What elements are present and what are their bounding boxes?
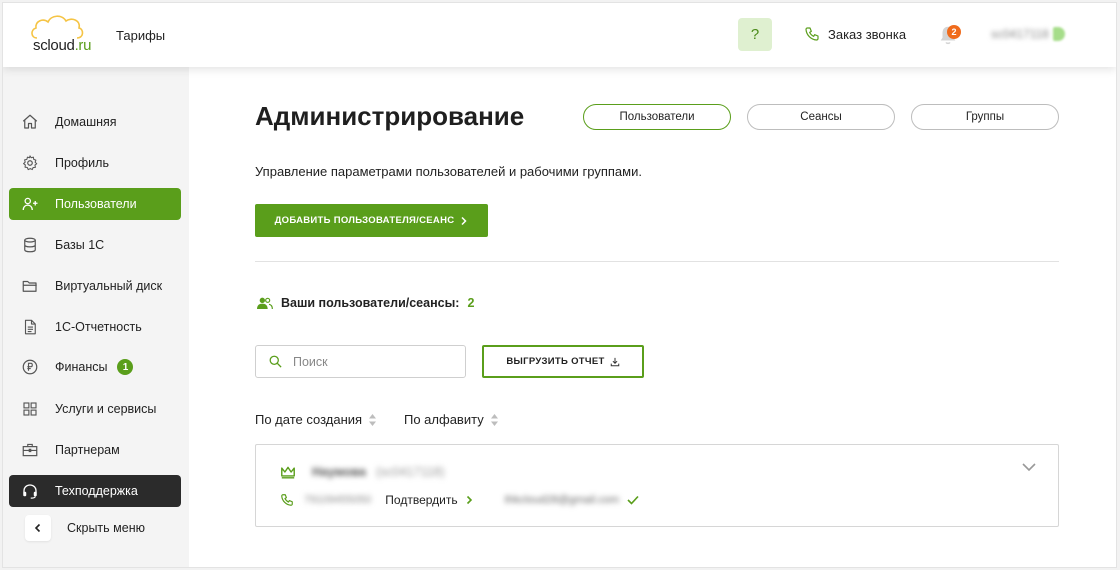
phone-icon — [805, 27, 819, 41]
document-icon — [24, 319, 36, 335]
sort-by-alpha-label: По алфавиту — [404, 412, 484, 427]
user-card-contacts: 79109455050 Подтвердить thkcloud28@gmail… — [280, 493, 639, 507]
page-description: Управление параметрами пользователей и р… — [255, 164, 642, 179]
page-title: Администрирование — [255, 101, 525, 131]
users-count-value: 2 — [467, 296, 475, 310]
folder-icon — [22, 280, 37, 292]
sort-icon — [369, 413, 377, 426]
crown-icon — [281, 466, 295, 479]
hide-menu-button[interactable]: Скрыть меню — [25, 515, 145, 541]
divider — [255, 261, 1059, 262]
sidebar-item-label: Профиль — [55, 156, 109, 170]
sidebar-item-label: Партнерам — [55, 443, 120, 457]
users-count-label: Ваши пользователи/сеансы: — [281, 296, 460, 310]
sidebar-item-databases[interactable]: Базы 1С — [9, 229, 181, 261]
sidebar-item-label: Базы 1С — [55, 238, 105, 252]
user-email: thkcloud28@gmail.com — [504, 494, 620, 506]
search-icon — [269, 355, 282, 368]
database-icon — [24, 237, 36, 253]
app-window: scloud.ru Тарифы ? Заказ звонка 2 sc0417… — [2, 2, 1117, 568]
sidebar-item-label: Домашняя — [55, 115, 117, 129]
sidebar-item-profile[interactable]: Профиль — [9, 147, 181, 179]
nav-tariffs-link[interactable]: Тарифы — [116, 28, 165, 43]
search-box[interactable] — [255, 345, 466, 378]
notifications-badge: 2 — [947, 25, 961, 39]
export-report-label: ВЫГРУЗИТЬ ОТЧЕТ — [506, 356, 605, 367]
sidebar-item-label: Техподдержка — [55, 484, 138, 498]
headset-icon — [23, 484, 37, 499]
account-id: sc0417118 — [991, 27, 1049, 41]
logo-text: scloud.ru — [33, 37, 92, 54]
sidebar-item-users[interactable]: Пользователи — [9, 188, 181, 220]
briefcase-icon — [22, 443, 38, 457]
download-icon — [610, 357, 619, 366]
sort-by-date-label: По дате создания — [255, 412, 363, 427]
user-name: Наумова — [312, 465, 366, 479]
callback-button[interactable]: Заказ звонка — [804, 26, 906, 42]
sidebar-item-home[interactable]: Домашняя — [9, 106, 181, 138]
sidebar-item-services[interactable]: Услуги и сервисы — [9, 393, 181, 425]
export-report-button[interactable]: ВЫГРУЗИТЬ ОТЧЕТ — [482, 345, 644, 378]
tab-groups[interactable]: Группы — [911, 104, 1059, 130]
account-status-icon — [1052, 27, 1065, 41]
callback-label: Заказ звонка — [828, 26, 907, 42]
sidebar-item-label: Виртуальный диск — [55, 279, 163, 293]
sidebar-item-finance[interactable]: Финансы 1 — [9, 351, 181, 383]
hide-menu-label: Скрыть меню — [67, 521, 145, 535]
user-card-header: Наумова (sc0417118) — [280, 465, 445, 479]
sidebar-item-partners[interactable]: Партнерам — [9, 434, 181, 466]
sidebar-item-support[interactable]: Техподдержка — [9, 475, 181, 507]
sidebar-item-virtual-disk[interactable]: Виртуальный диск — [9, 270, 181, 302]
user-phone: 79109455050 — [304, 494, 372, 506]
phone-icon — [281, 494, 293, 506]
account-menu[interactable]: sc0417118 — [991, 27, 1065, 41]
gear-icon — [23, 155, 38, 171]
user-login: (sc0417118) — [375, 465, 445, 479]
chevron-down-icon[interactable] — [1022, 463, 1036, 472]
sidebar-item-label: 1С-Отчетность — [55, 320, 142, 334]
grid-icon — [23, 402, 37, 416]
users-icon — [257, 297, 273, 310]
finance-badge: 1 — [117, 359, 134, 375]
confirm-phone-link[interactable]: Подтвердить — [385, 493, 472, 507]
sort-icon — [490, 413, 498, 426]
sidebar: Домашняя Профиль Пользователи Базы 1С Ви… — [3, 67, 189, 567]
help-button[interactable]: ? — [738, 18, 772, 51]
sidebar-item-label: Финансы — [55, 360, 108, 374]
confirm-phone-label: Подтвердить — [385, 493, 458, 507]
add-user-icon — [22, 197, 38, 211]
sidebar-item-label: Пользователи — [55, 197, 137, 211]
logo[interactable]: scloud.ru — [29, 13, 92, 57]
chevron-right-icon — [461, 216, 467, 225]
home-icon — [22, 114, 38, 129]
sort-by-alpha[interactable]: По алфавиту — [404, 412, 499, 427]
sidebar-item-reporting[interactable]: 1С-Отчетность — [9, 311, 181, 343]
top-header: scloud.ru Тарифы ? Заказ звонка 2 sc0417… — [3, 3, 1116, 67]
sort-by-date[interactable]: По дате создания — [255, 412, 377, 427]
chevron-left-icon[interactable] — [25, 515, 51, 541]
tab-sessions[interactable]: Сеансы — [747, 104, 895, 130]
tab-users[interactable]: Пользователи — [583, 104, 731, 130]
add-user-button-label: ДОБАВИТЬ ПОЛЬЗОВАТЕЛЯ/СЕАНС — [274, 215, 455, 226]
chevron-right-icon — [466, 495, 472, 505]
cloud-logo-icon — [31, 15, 84, 39]
add-user-button[interactable]: ДОБАВИТЬ ПОЛЬЗОВАТЕЛЯ/СЕАНС — [255, 204, 488, 237]
user-card[interactable]: Наумова (sc0417118) 79109455050 Подтверд… — [255, 444, 1059, 527]
ruble-icon — [22, 359, 38, 375]
search-input[interactable] — [293, 354, 443, 369]
users-count: Ваши пользователи/сеансы: 2 — [257, 296, 474, 310]
check-icon — [627, 495, 639, 505]
sidebar-item-label: Услуги и сервисы — [55, 402, 157, 416]
